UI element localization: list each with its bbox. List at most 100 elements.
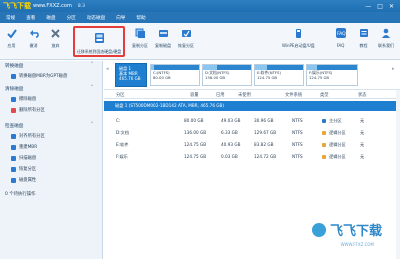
- sidebar-section-check[interactable]: 检查磁盘: [5, 123, 23, 129]
- collapse-icon[interactable]: ⌃: [90, 122, 94, 127]
- cell-capacity: 124.75 GB: [184, 142, 207, 147]
- cell-type: 逻辑分区: [329, 154, 346, 159]
- scroll-left-icon[interactable]: ◂: [106, 66, 109, 72]
- recover-partition-button[interactable]: 恢复分区: [178, 27, 194, 49]
- cell-used: 6.33 GB: [221, 130, 238, 135]
- sidebar-item-scan[interactable]: 扫描磁盘: [11, 155, 36, 161]
- pending-operations: 0 个待执行操作: [5, 192, 36, 197]
- disk-tile[interactable]: 磁盘 1 基本 MBR 465.76 GB: [115, 63, 147, 87]
- sidebar-item-mbr-to-gpt[interactable]: 转换磁盘MBR为GPT磁盘: [11, 73, 67, 79]
- collapse-icon[interactable]: ⌃: [90, 62, 94, 67]
- sidebar-item-delete-all[interactable]: 删除所有分区: [11, 107, 45, 113]
- menu-bar: 常规 查看 磁盘 分区 动态磁盘 向导 帮助: [0, 12, 400, 23]
- sidebar-item-properties[interactable]: 磁盘属性: [11, 177, 36, 183]
- cell-type: 逻辑分区: [329, 130, 346, 135]
- cell-used: 40.93 GB: [221, 142, 241, 147]
- usb-icon: [292, 27, 305, 39]
- sidebar-item-label: 擦除磁盘: [19, 97, 37, 102]
- migrate-os-label: 迁移系统到固态硬盘/硬盘: [77, 49, 122, 54]
- scroll-right-icon[interactable]: ▸: [392, 66, 395, 72]
- vertical-scrollbar[interactable]: [396, 90, 400, 259]
- cell-fs: NTFS: [292, 118, 303, 123]
- bootable-media-label: WinPE启动盘/U盘: [282, 43, 315, 48]
- faq-label: FAQ: [336, 43, 345, 48]
- menu-general[interactable]: 常规: [6, 15, 15, 21]
- partition-block-c[interactable]: C:(NTFS) 80.00 GB: [150, 64, 200, 86]
- minimize-icon[interactable]: —: [365, 3, 371, 10]
- sidebar-item-wipe-disk[interactable]: 擦除磁盘: [11, 96, 36, 102]
- convert-icon: [11, 73, 16, 79]
- partition-size: 80.00 GB: [153, 75, 171, 80]
- close-icon[interactable]: ✕: [389, 3, 394, 10]
- sidebar: 转换磁盘 ⌃ 转换磁盘MBR为GPT磁盘 清除磁盘 ⌃ 擦除磁盘 删除所有分区 …: [0, 61, 103, 259]
- cell-capacity: 136.00 GB: [184, 130, 207, 135]
- sidebar-item-recover[interactable]: 恢复分区: [11, 166, 36, 172]
- undo-icon: [27, 27, 40, 39]
- partition-size: 124.75 GB: [257, 75, 278, 80]
- disk-row[interactable]: 磁盘 1 (ST500DM002-1BD142 ATA, MBR, 465.76…: [104, 101, 400, 111]
- title-bar: 飞飞下载 www.FXXZ.com 8.3 — □ ✕: [0, 0, 400, 12]
- copy-partition-button[interactable]: 复制分区: [132, 27, 148, 49]
- faq-button[interactable]: FAQ FAQ: [334, 27, 347, 48]
- cell-status: 无: [360, 142, 365, 147]
- tutorial-label: 教程: [359, 43, 368, 48]
- cell-status: 无: [360, 118, 365, 123]
- watermark: 飞飞下载: [311, 220, 382, 239]
- discard-label: 放弃: [51, 43, 60, 48]
- copy-partition-label: 复制分区: [132, 43, 148, 48]
- undo-button[interactable]: 撤消: [27, 27, 40, 49]
- cell-status: 无: [360, 154, 365, 159]
- table-row[interactable]: F:娱乐 124.75 GB 0.03 GB 124.72 GB NTFS 逻辑…: [104, 152, 400, 162]
- menu-partition[interactable]: 分区: [67, 15, 76, 21]
- table-row[interactable]: D:文档 136.00 GB 6.33 GB 129.67 GB NTFS 逻辑…: [104, 128, 400, 138]
- cell-used: 0.03 GB: [221, 154, 238, 159]
- menu-dynamic-disk[interactable]: 动态磁盘: [87, 15, 105, 21]
- menu-help[interactable]: 帮助: [136, 15, 145, 21]
- logo-url: www.FXXZ.com: [33, 3, 72, 9]
- copy-disk-icon: [157, 27, 170, 39]
- sidebar-item-align[interactable]: 对齐所有分区: [11, 133, 45, 139]
- align-icon: [11, 133, 16, 139]
- tutorial-button[interactable]: 教程: [357, 27, 370, 49]
- sidebar-item-rebuild-mbr[interactable]: 重建MBR: [11, 144, 37, 150]
- checkmark-icon: [5, 27, 18, 39]
- header-divider: [104, 98, 400, 99]
- cell-fs: NTFS: [292, 142, 303, 147]
- copy-disk-label: 复制磁盘: [155, 43, 171, 48]
- contact-button[interactable]: 联系我们: [378, 27, 394, 49]
- app-version: 8.3: [77, 3, 85, 9]
- contact-label: 联系我们: [378, 43, 394, 48]
- menu-disk[interactable]: 磁盘: [46, 15, 55, 21]
- watermark-url: WWW.FFXZ.COM: [340, 242, 374, 247]
- x-icon: [49, 27, 62, 39]
- menu-wizard[interactable]: 向导: [116, 15, 125, 21]
- cell-fs: NTFS: [292, 130, 303, 135]
- bootable-media-button[interactable]: WinPE启动盘/U盘: [282, 27, 315, 49]
- cell-status: 无: [360, 130, 365, 135]
- watermark-text: 飞飞下载: [329, 224, 382, 239]
- migrate-os-icon: [94, 32, 105, 46]
- menu-view[interactable]: 查看: [26, 15, 35, 21]
- sidebar-section-clean[interactable]: 清除磁盘: [5, 86, 23, 92]
- partition-block-d[interactable]: D:文档(NTFS) 136.00 GB: [202, 64, 252, 86]
- copy-disk-button[interactable]: 复制磁盘: [155, 27, 171, 49]
- sidebar-section-convert[interactable]: 转换磁盘: [5, 63, 23, 69]
- partition-size: 124.75 GB: [309, 75, 330, 80]
- apply-button[interactable]: 应用: [5, 27, 18, 49]
- sidebar-item-label: 转换磁盘MBR为GPT磁盘: [19, 74, 68, 79]
- cell-type: 主分区: [329, 118, 342, 123]
- table-row[interactable]: C: 80.00 GB 49.03 GB 30.96 GB NTFS 主分区 无: [104, 116, 400, 126]
- maximize-icon[interactable]: □: [377, 3, 383, 10]
- app-logo: 飞飞下载 www.FXXZ.com: [3, 1, 72, 11]
- partition-block-e[interactable]: E:软件(NTFS) 124.75 GB: [254, 64, 304, 86]
- recover-partition-label: 恢复分区: [178, 43, 194, 48]
- migrate-os-button[interactable]: 迁移系统到固态硬盘/硬盘: [73, 26, 125, 57]
- cell-free: 124.72 GB: [254, 154, 277, 159]
- table-row[interactable]: E:软件 124.75 GB 40.93 GB 83.82 GB NTFS 逻辑…: [104, 140, 400, 150]
- collapse-icon[interactable]: ⌃: [90, 85, 94, 90]
- primary-partition-icon: [322, 119, 326, 123]
- cell-name: C:: [116, 118, 121, 123]
- discard-button[interactable]: 放弃: [49, 27, 62, 49]
- cell-name: E:软件: [116, 142, 129, 147]
- partition-block-f[interactable]: F:娱乐(NTFS) 124.75 GB: [306, 64, 358, 86]
